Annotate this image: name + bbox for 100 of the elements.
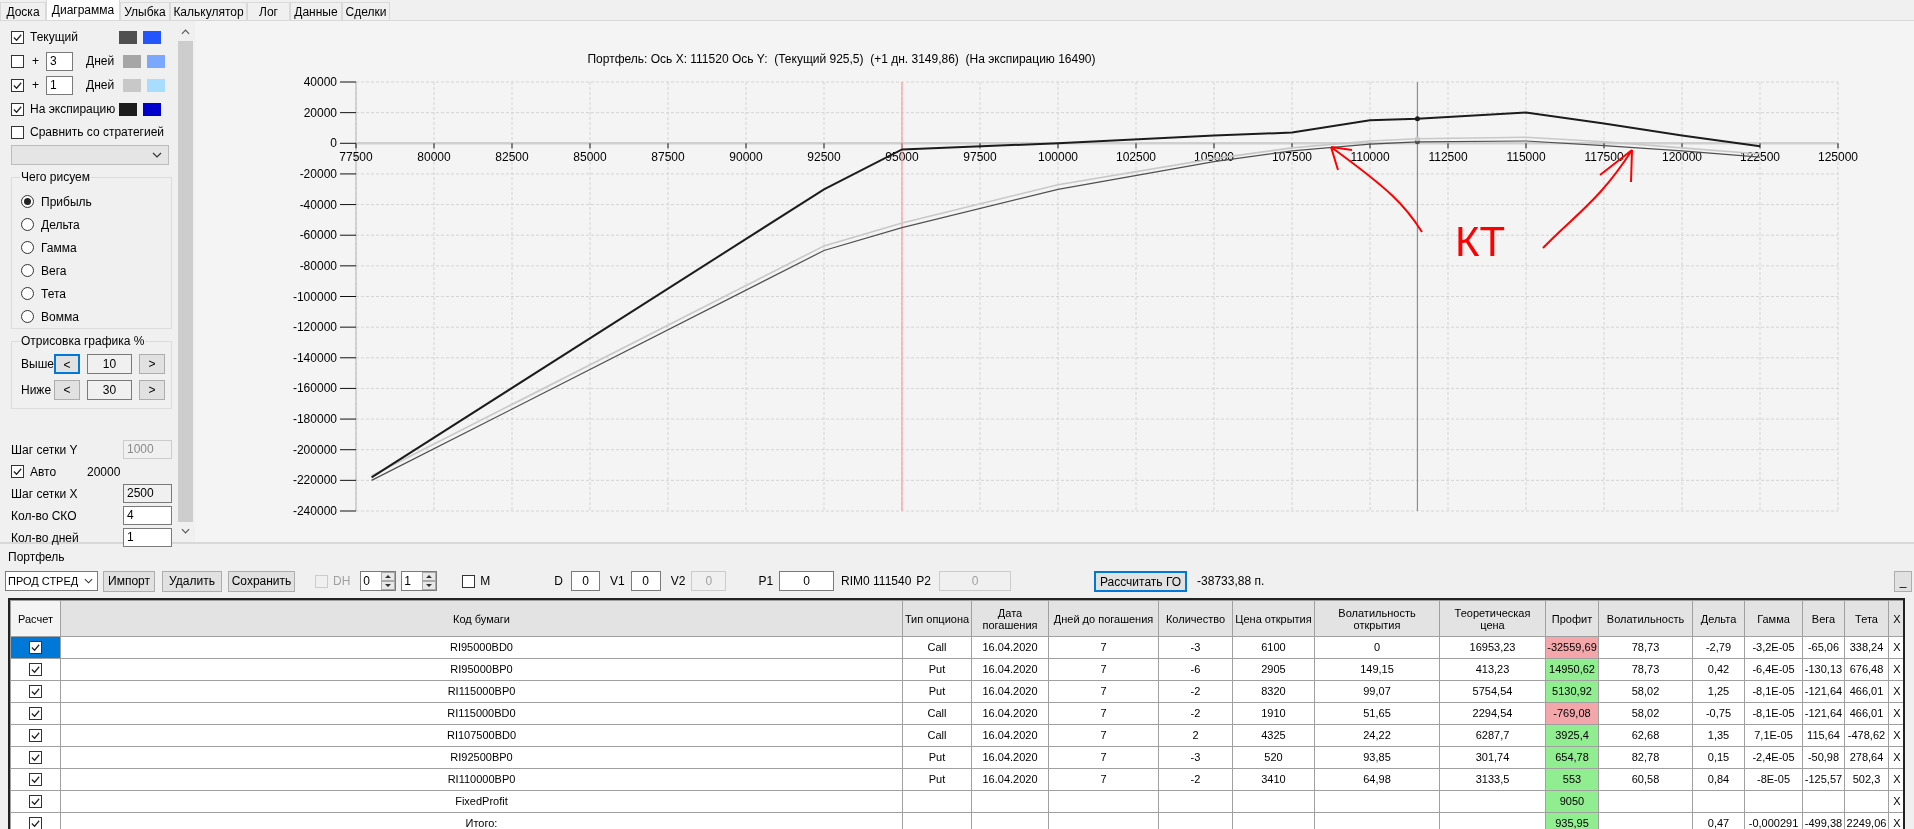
input-field[interactable]: 2500: [123, 484, 172, 503]
tab[interactable]: Сделки: [342, 2, 390, 20]
color-swatch[interactable]: [143, 102, 161, 116]
field-label: P1: [758, 573, 774, 590]
table-cell: -2: [1158, 702, 1233, 725]
checkbox[interactable]: [29, 685, 42, 698]
checkbox[interactable]: [11, 102, 24, 116]
checkbox[interactable]: [462, 574, 476, 588]
checkbox[interactable]: [11, 30, 24, 44]
checkbox[interactable]: [29, 663, 42, 676]
column-header[interactable]: Цена открытия: [1232, 600, 1315, 637]
color-swatch[interactable]: [123, 54, 141, 68]
column-header[interactable]: Вега: [1802, 600, 1845, 637]
input-field[interactable]: 4: [123, 506, 172, 525]
column-header[interactable]: Волатильность: [1598, 600, 1693, 637]
column-header[interactable]: Расчет: [10, 600, 61, 637]
tab[interactable]: Данные: [290, 2, 342, 20]
input-field[interactable]: 0: [630, 571, 661, 591]
column-header[interactable]: Волатильность открытия: [1314, 600, 1440, 637]
table-cell[interactable]: [10, 724, 61, 747]
checkbox[interactable]: [29, 751, 42, 764]
radio-button[interactable]: [21, 287, 34, 300]
input-field[interactable]: 1: [123, 528, 172, 547]
column-header[interactable]: Дата погашения: [971, 600, 1049, 637]
decrease-button[interactable]: <: [54, 354, 80, 374]
radio-label: Тета: [41, 285, 66, 303]
spin-box[interactable]: 1: [401, 571, 438, 591]
scroll-up-icon[interactable]: [181, 29, 190, 35]
days-field[interactable]: 3: [46, 51, 73, 71]
button[interactable]: Удалить: [162, 570, 222, 592]
table-cell[interactable]: [10, 702, 61, 725]
column-header[interactable]: Профит: [1545, 600, 1599, 637]
radio-button[interactable]: [21, 241, 34, 254]
select-field[interactable]: ПРОД СТРЕД: [5, 571, 98, 591]
checkbox-label: DH: [333, 573, 351, 590]
checkbox[interactable]: [11, 54, 24, 68]
column-header[interactable]: Дельта: [1692, 600, 1745, 637]
checkbox[interactable]: [11, 125, 24, 139]
color-swatch[interactable]: [143, 30, 161, 44]
days-field[interactable]: 1: [46, 75, 73, 95]
axis-label: 80000: [417, 150, 451, 165]
checkbox[interactable]: [11, 465, 24, 478]
button[interactable]: Сохранить: [228, 570, 295, 592]
column-header[interactable]: Теоретическая цена: [1439, 600, 1546, 637]
scroll-down-icon[interactable]: [181, 528, 190, 534]
input-field[interactable]: 0: [779, 571, 835, 591]
table-cell[interactable]: [10, 768, 61, 791]
radio-button[interactable]: [21, 310, 34, 323]
spin-arrows-icon[interactable]: [422, 572, 437, 590]
checkbox[interactable]: [11, 78, 24, 92]
increase-button[interactable]: >: [139, 354, 165, 374]
button[interactable]: _: [1894, 570, 1912, 592]
checkbox[interactable]: [29, 641, 42, 654]
color-swatch[interactable]: [119, 30, 137, 44]
increase-button[interactable]: >: [139, 380, 165, 400]
table-cell[interactable]: [10, 658, 61, 681]
field-label: P2: [916, 573, 932, 590]
button[interactable]: Импорт: [103, 570, 155, 592]
tab[interactable]: Улыбка: [120, 2, 170, 20]
input-field[interactable]: 0: [571, 571, 600, 591]
table-cell: RI115000BD0: [60, 702, 903, 725]
color-swatch[interactable]: [119, 102, 137, 116]
color-swatch[interactable]: [147, 78, 165, 92]
checkbox[interactable]: [29, 795, 42, 808]
tab[interactable]: Доска: [0, 2, 46, 20]
checkbox[interactable]: [29, 729, 42, 742]
table-cell: Put: [902, 680, 972, 703]
spin-box[interactable]: 0: [360, 571, 397, 591]
column-header[interactable]: Тета: [1844, 600, 1889, 637]
column-header[interactable]: Количество: [1158, 600, 1233, 637]
table-cell[interactable]: [10, 636, 61, 659]
decrease-button[interactable]: <: [54, 380, 80, 400]
table-cell[interactable]: [10, 746, 61, 769]
checkbox[interactable]: [29, 817, 42, 829]
table-cell: -65,06: [1802, 636, 1845, 659]
spin-arrows-icon[interactable]: [381, 572, 396, 590]
table-cell[interactable]: [10, 790, 61, 813]
radio-button[interactable]: [21, 264, 34, 277]
color-swatch[interactable]: [147, 54, 165, 68]
column-header[interactable]: X: [1888, 600, 1903, 637]
column-header[interactable]: Дней до погашения: [1048, 600, 1159, 637]
field-label: Кол-во дней: [11, 529, 80, 547]
checkbox[interactable]: [29, 773, 42, 786]
radio-button[interactable]: [21, 195, 34, 208]
column-header[interactable]: Тип опциона: [902, 600, 972, 637]
table-cell[interactable]: [10, 680, 61, 703]
button[interactable]: Рассчитать ГО: [1094, 570, 1188, 592]
radio-button[interactable]: [21, 218, 34, 231]
tab[interactable]: Калькулятор: [170, 2, 247, 20]
table-cell: 60,58: [1598, 768, 1693, 791]
value-field[interactable]: 30: [87, 380, 132, 400]
table-cell: 3410: [1232, 768, 1315, 791]
value-field[interactable]: 10: [87, 354, 132, 374]
column-header[interactable]: Код бумаги: [60, 600, 903, 637]
tab[interactable]: Диаграмма: [46, 0, 120, 20]
color-swatch[interactable]: [123, 78, 141, 92]
tab[interactable]: Лог: [247, 2, 290, 20]
column-header[interactable]: Гамма: [1744, 600, 1803, 637]
table-cell: 16.04.2020: [971, 636, 1049, 659]
checkbox[interactable]: [29, 707, 42, 720]
